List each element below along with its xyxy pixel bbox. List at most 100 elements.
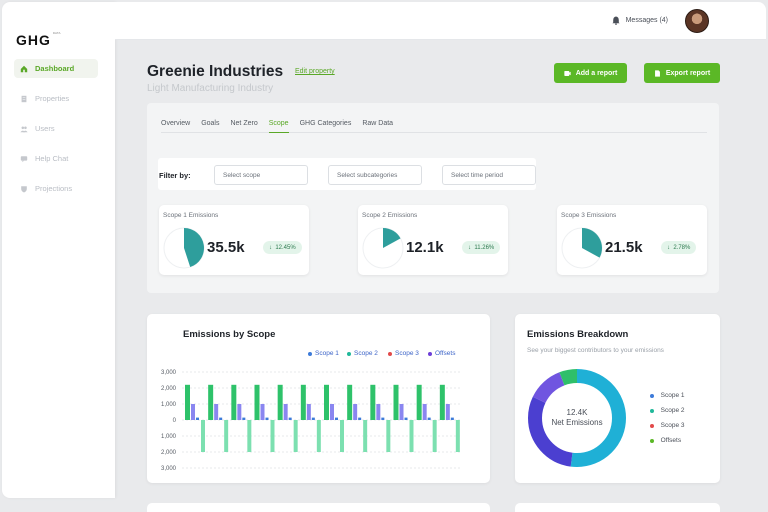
sidebar-item-users[interactable]: Users [14,119,98,138]
bar-scope-2[interactable] [445,404,450,420]
bar-scope-2[interactable] [260,404,265,420]
scope-2-card[interactable]: Scope 2 Emissions 12.1k ↓ 11.26% [358,205,508,275]
legend-label: Offsets [435,350,456,357]
select-scope-dropdown[interactable]: Select scope [214,165,308,185]
tab-scope[interactable]: Scope [268,116,289,133]
tab-raw-data[interactable]: Raw Data [362,116,393,133]
legend-scope-2: Scope 2 [347,350,378,357]
bar-scope-1[interactable] [208,384,214,420]
bar-offsets[interactable] [224,420,229,452]
bar-scope-1[interactable] [393,384,399,420]
legend-dot [428,351,432,356]
sidebar-nav: Dashboard Properties Users Help Chat Pro… [14,59,98,209]
bar-scope-3[interactable] [265,417,269,420]
tab-goals[interactable]: Goals [201,116,219,133]
legend-label: Scope 1 [660,392,685,399]
bar-scope-1[interactable] [439,384,445,420]
bar-offsets[interactable] [386,420,391,452]
legend-dot [308,351,312,356]
scope-1-card[interactable]: Scope 1 Emissions 35.5k ↓ 12.45% [159,205,309,275]
bar-scope-2[interactable] [191,404,195,420]
bar-scope-1[interactable] [347,384,353,420]
bar-scope-1[interactable] [231,384,237,420]
bar-scope-2[interactable] [214,404,219,420]
bar-scope-2[interactable] [353,404,358,420]
y-tick-label: 3,000 [161,466,177,472]
bar-scope-3[interactable] [358,417,362,420]
bar-scope-1[interactable] [277,384,283,420]
emissions-bar-chart: 3,000 2,000 1,000 0 1,000 2,000 3,000 [161,370,460,472]
legend-label: Offsets [660,437,682,444]
bar-scope-3[interactable] [427,417,431,420]
logo[interactable]: GHG DATA [16,32,60,49]
avatar[interactable] [685,9,709,33]
delta-value: 2.78% [673,244,691,251]
bar-scope-1[interactable] [324,384,329,420]
bar-scope-3[interactable] [404,417,408,420]
users-icon [20,126,28,132]
y-tick-label: 3,000 [161,370,177,376]
bar-scope-3[interactable] [288,417,292,420]
tab-overview[interactable]: Overview [161,116,190,133]
legend-label: Scope 1 [315,350,339,357]
filter-label: Filter by: [159,171,191,180]
breakdown-legend-scope-2: Scope 2 [650,407,684,414]
sidebar-item-properties[interactable]: Properties [14,89,98,108]
bar-scope-2[interactable] [306,404,311,420]
export-report-button[interactable]: Export report [644,63,720,83]
bar-scope-2[interactable] [422,404,427,420]
add-report-button[interactable]: Add a report [554,63,627,83]
bar-offsets[interactable] [432,420,437,452]
bar-scope-1[interactable] [254,384,260,420]
messages-button[interactable]: Messages (4) [611,16,668,25]
legend-dot [650,393,654,398]
select-time-period-dropdown[interactable]: Select time period [442,165,536,185]
bar-scope-2[interactable] [330,404,334,420]
bar-scope-3[interactable] [450,417,454,420]
bar-offsets[interactable] [316,420,321,452]
card-value: 35.5k [207,239,245,256]
y-tick-label: 2,000 [161,450,177,456]
bar-scope-1[interactable] [185,384,190,420]
sidebar-item-help-chat[interactable]: Help Chat [14,149,98,168]
bar-offsets[interactable] [455,420,460,452]
bar-scope-3[interactable] [242,417,246,420]
sidebar-item-projections[interactable]: Projections [14,179,98,198]
home-icon [20,65,28,72]
bar-scope-2[interactable] [283,404,288,420]
bar-scope-1[interactable] [370,384,376,420]
sidebar-item-dashboard[interactable]: Dashboard [14,59,98,78]
bar-scope-3[interactable] [335,417,338,420]
bar-scope-3[interactable] [311,417,315,420]
edit-property-link[interactable]: Edit property [295,68,335,75]
breakdown-legend-offsets: Offsets [650,437,681,444]
bar-scope-3[interactable] [381,417,385,420]
bar-offsets[interactable] [247,420,252,452]
legend-dot [650,408,654,413]
bar-scope-2[interactable] [237,404,242,420]
page-title: Greenie Industries [147,63,284,80]
bar-offsets[interactable] [363,420,368,452]
bar-offsets[interactable] [270,420,275,452]
legend-label: Scope 2 [660,407,685,414]
tab-net-zero[interactable]: Net Zero [230,116,257,133]
building-icon [21,95,27,102]
select-subcategories-dropdown[interactable]: Select subcategories [328,165,422,185]
sidebar-item-label: Properties [35,94,70,103]
scope-3-card[interactable]: Scope 3 Emissions 21.5k ↓ 2.78% [557,205,707,275]
bar-scope-3[interactable] [196,417,199,420]
tab-ghg-categories[interactable]: GHG Categories [300,116,352,133]
bar-offsets[interactable] [201,420,205,452]
net-emissions-value: 12.4K [566,408,588,417]
bar-scope-3[interactable] [219,417,223,420]
bar-scope-1[interactable] [416,384,422,420]
arrow-down-icon: ↓ [468,244,471,251]
bar-offsets[interactable] [340,420,344,452]
bar-scope-2[interactable] [399,404,404,420]
bar-scope-1[interactable] [300,384,306,420]
legend-label: Scope 3 [395,350,419,357]
bar-scope-2[interactable] [376,404,381,420]
bar-offsets[interactable] [409,420,414,452]
bar-offsets[interactable] [293,420,298,452]
chart-title: Emissions by Scope [183,329,276,340]
